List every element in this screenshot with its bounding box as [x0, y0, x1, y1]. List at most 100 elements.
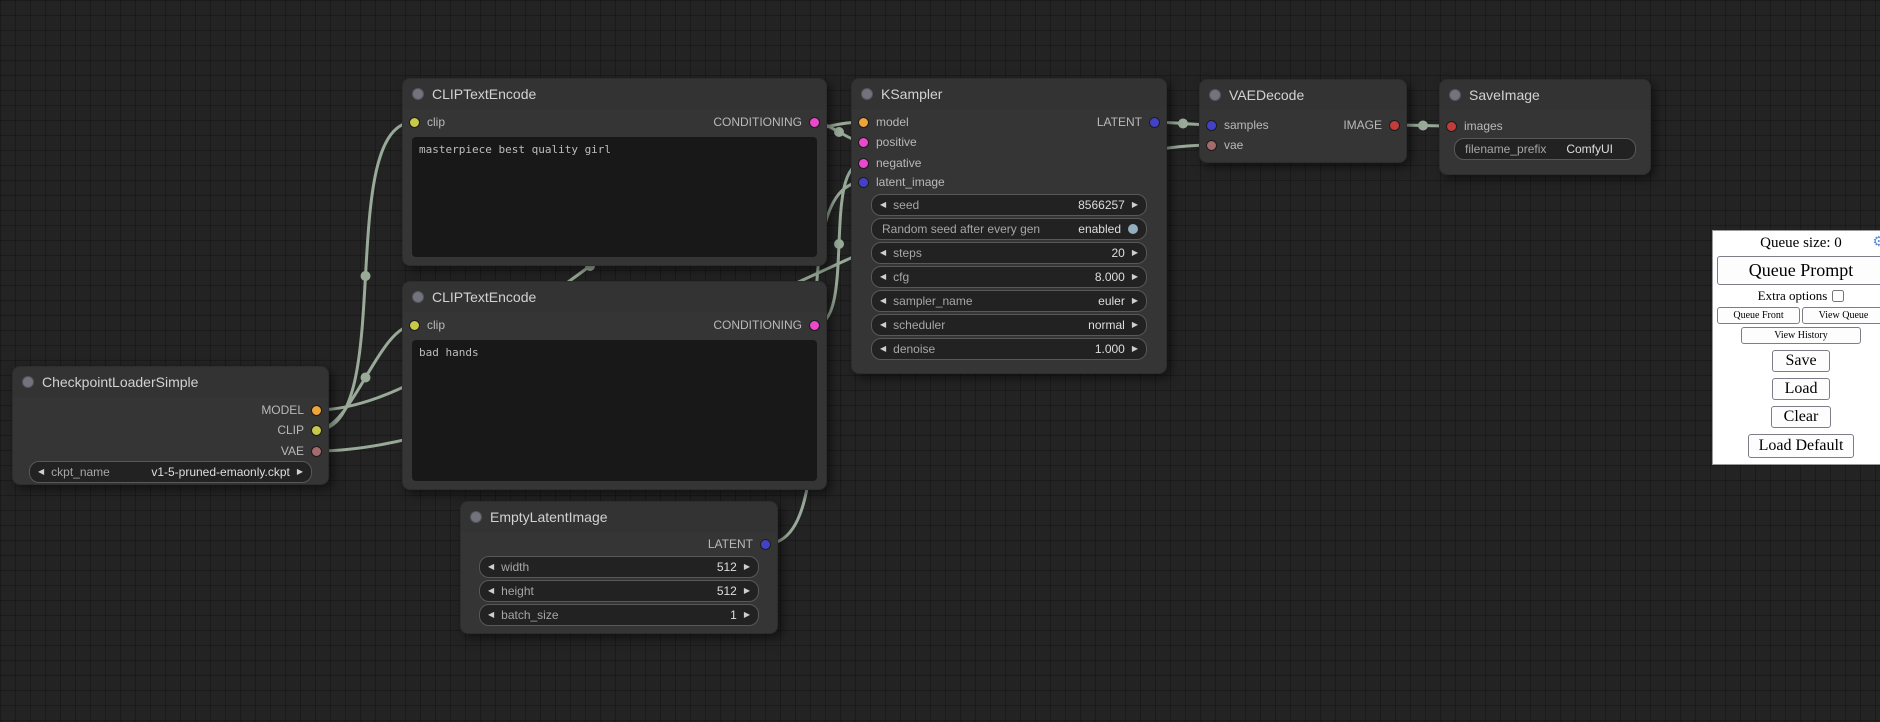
- cfg-widget[interactable]: ◀ cfg 8.000 ▶: [871, 266, 1147, 288]
- decrement-arrow-icon[interactable]: ◀: [880, 321, 886, 329]
- decrement-arrow-icon[interactable]: ◀: [880, 297, 886, 305]
- image-output-port[interactable]: [1389, 120, 1400, 131]
- vae-input-port[interactable]: [1206, 140, 1217, 151]
- model-input-port[interactable]: [858, 117, 869, 128]
- node-title-bar[interactable]: CheckpointLoaderSimple: [13, 367, 328, 397]
- positive-prompt-textarea[interactable]: masterpiece best quality girl: [412, 137, 817, 257]
- node-collapse-dot[interactable]: [1449, 89, 1461, 101]
- scheduler-widget[interactable]: ◀ scheduler normal ▶: [871, 314, 1147, 336]
- filename-prefix-widget[interactable]: filename_prefix ComfyUI: [1454, 138, 1636, 160]
- load-default-button[interactable]: Load Default: [1748, 434, 1855, 458]
- width-widget[interactable]: ◀ width 512 ▶: [479, 556, 759, 578]
- increment-arrow-icon[interactable]: ▶: [744, 587, 750, 595]
- settings-gear-icon[interactable]: ⚙: [1872, 235, 1880, 251]
- output-slot-vae: VAE: [281, 443, 322, 459]
- widget-value: 1.000: [1095, 342, 1125, 356]
- node-collapse-dot[interactable]: [412, 88, 424, 100]
- increment-arrow-icon[interactable]: ▶: [1132, 297, 1138, 305]
- node-title-bar[interactable]: VAEDecode: [1200, 80, 1406, 110]
- decrement-arrow-icon[interactable]: ◀: [880, 249, 886, 257]
- extra-options-checkbox[interactable]: [1832, 290, 1844, 302]
- negative-prompt-textarea[interactable]: bad hands: [412, 340, 817, 481]
- node-clip-text-encode-negative[interactable]: CLIPTextEncode clip CONDITIONING bad han…: [402, 281, 827, 490]
- node-title: CLIPTextEncode: [432, 289, 536, 305]
- increment-arrow-icon[interactable]: ▶: [1132, 201, 1138, 209]
- slot-label: latent_image: [876, 175, 945, 189]
- negative-input-port[interactable]: [858, 158, 869, 169]
- node-empty-latent-image[interactable]: EmptyLatentImage LATENT ◀ width 512 ▶ ◀ …: [460, 501, 778, 634]
- widget-value: euler: [1098, 294, 1125, 308]
- latent-image-input-port[interactable]: [858, 177, 869, 188]
- increment-arrow-icon[interactable]: ▶: [1132, 273, 1138, 281]
- height-widget[interactable]: ◀ height 512 ▶: [479, 580, 759, 602]
- decrement-arrow-icon[interactable]: ◀: [880, 273, 886, 281]
- decrement-arrow-icon[interactable]: ◀: [880, 345, 886, 353]
- decrement-arrow-icon[interactable]: ◀: [38, 468, 44, 476]
- input-slot-positive: positive: [858, 134, 917, 150]
- queue-prompt-button[interactable]: Queue Prompt: [1717, 256, 1880, 285]
- node-collapse-dot[interactable]: [861, 88, 873, 100]
- node-ksampler[interactable]: KSampler model positive negative latent_…: [851, 78, 1167, 374]
- input-slot-clip: clip: [409, 317, 445, 333]
- input-slot-clip: clip: [409, 114, 445, 130]
- load-button[interactable]: Load: [1772, 378, 1831, 400]
- denoise-widget[interactable]: ◀ denoise 1.000 ▶: [871, 338, 1147, 360]
- node-title-bar[interactable]: CLIPTextEncode: [403, 79, 826, 109]
- images-input-port[interactable]: [1446, 121, 1457, 132]
- view-history-button[interactable]: View History: [1741, 327, 1862, 344]
- node-collapse-dot[interactable]: [22, 376, 34, 388]
- positive-input-port[interactable]: [858, 137, 869, 148]
- node-checkpoint-loader-simple[interactable]: CheckpointLoaderSimple MODEL CLIP VAE ◀ …: [12, 366, 329, 485]
- steps-widget[interactable]: ◀ steps 20 ▶: [871, 242, 1147, 264]
- increment-arrow-icon[interactable]: ▶: [744, 563, 750, 571]
- node-title-bar[interactable]: KSampler: [852, 79, 1166, 109]
- save-button[interactable]: Save: [1772, 350, 1829, 372]
- decrement-arrow-icon[interactable]: ◀: [880, 201, 886, 209]
- widget-value: 8566257: [1078, 198, 1125, 212]
- clip-output-port[interactable]: [311, 425, 322, 436]
- node-save-image[interactable]: SaveImage images filename_prefix ComfyUI: [1439, 79, 1651, 175]
- model-output-port[interactable]: [311, 405, 322, 416]
- clip-input-port[interactable]: [409, 320, 420, 331]
- random-seed-toggle[interactable]: Random seed after every gen enabled: [871, 218, 1147, 240]
- queue-front-button[interactable]: Queue Front: [1717, 307, 1800, 324]
- node-title: CheckpointLoaderSimple: [42, 374, 198, 390]
- latent-output-port[interactable]: [760, 539, 771, 550]
- node-title-bar[interactable]: SaveImage: [1440, 80, 1650, 110]
- queue-size-row: Queue size: 0 ⚙: [1717, 234, 1880, 253]
- widget-name: scheduler: [893, 318, 945, 332]
- graph-canvas[interactable]: CheckpointLoaderSimple MODEL CLIP VAE ◀ …: [0, 0, 1880, 722]
- widget-value: 512: [717, 560, 737, 574]
- increment-arrow-icon[interactable]: ▶: [744, 611, 750, 619]
- vae-output-port[interactable]: [311, 446, 322, 457]
- conditioning-output-port[interactable]: [809, 320, 820, 331]
- increment-arrow-icon[interactable]: ▶: [1132, 321, 1138, 329]
- slot-label: samples: [1224, 118, 1269, 132]
- node-title-bar[interactable]: CLIPTextEncode: [403, 282, 826, 312]
- samples-input-port[interactable]: [1206, 120, 1217, 131]
- increment-arrow-icon[interactable]: ▶: [1132, 249, 1138, 257]
- node-clip-text-encode-positive[interactable]: CLIPTextEncode clip CONDITIONING masterp…: [402, 78, 827, 266]
- decrement-arrow-icon[interactable]: ◀: [488, 563, 494, 571]
- node-title-bar[interactable]: EmptyLatentImage: [461, 502, 777, 532]
- node-collapse-dot[interactable]: [1209, 89, 1221, 101]
- node-collapse-dot[interactable]: [470, 511, 482, 523]
- sampler-name-widget[interactable]: ◀ sampler_name euler ▶: [871, 290, 1147, 312]
- increment-arrow-icon[interactable]: ▶: [297, 468, 303, 476]
- clear-button[interactable]: Clear: [1771, 406, 1832, 428]
- latent-output-port[interactable]: [1149, 117, 1160, 128]
- ckpt-name-widget[interactable]: ◀ ckpt_name v1-5-pruned-emaonly.ckpt ▶: [29, 461, 312, 483]
- batch-size-widget[interactable]: ◀ batch_size 1 ▶: [479, 604, 759, 626]
- view-queue-button[interactable]: View Queue: [1802, 307, 1880, 324]
- queue-buttons-row: Queue Front View Queue: [1717, 307, 1880, 324]
- conditioning-output-port[interactable]: [809, 117, 820, 128]
- slot-label: IMAGE: [1343, 118, 1382, 132]
- decrement-arrow-icon[interactable]: ◀: [488, 587, 494, 595]
- clip-input-port[interactable]: [409, 117, 420, 128]
- seed-widget[interactable]: ◀ seed 8566257 ▶: [871, 194, 1147, 216]
- node-collapse-dot[interactable]: [412, 291, 424, 303]
- comfy-menu-panel: Queue size: 0 ⚙ Queue Prompt Extra optio…: [1712, 230, 1880, 465]
- decrement-arrow-icon[interactable]: ◀: [488, 611, 494, 619]
- node-vae-decode[interactable]: VAEDecode samples vae IMAGE: [1199, 79, 1407, 163]
- increment-arrow-icon[interactable]: ▶: [1132, 345, 1138, 353]
